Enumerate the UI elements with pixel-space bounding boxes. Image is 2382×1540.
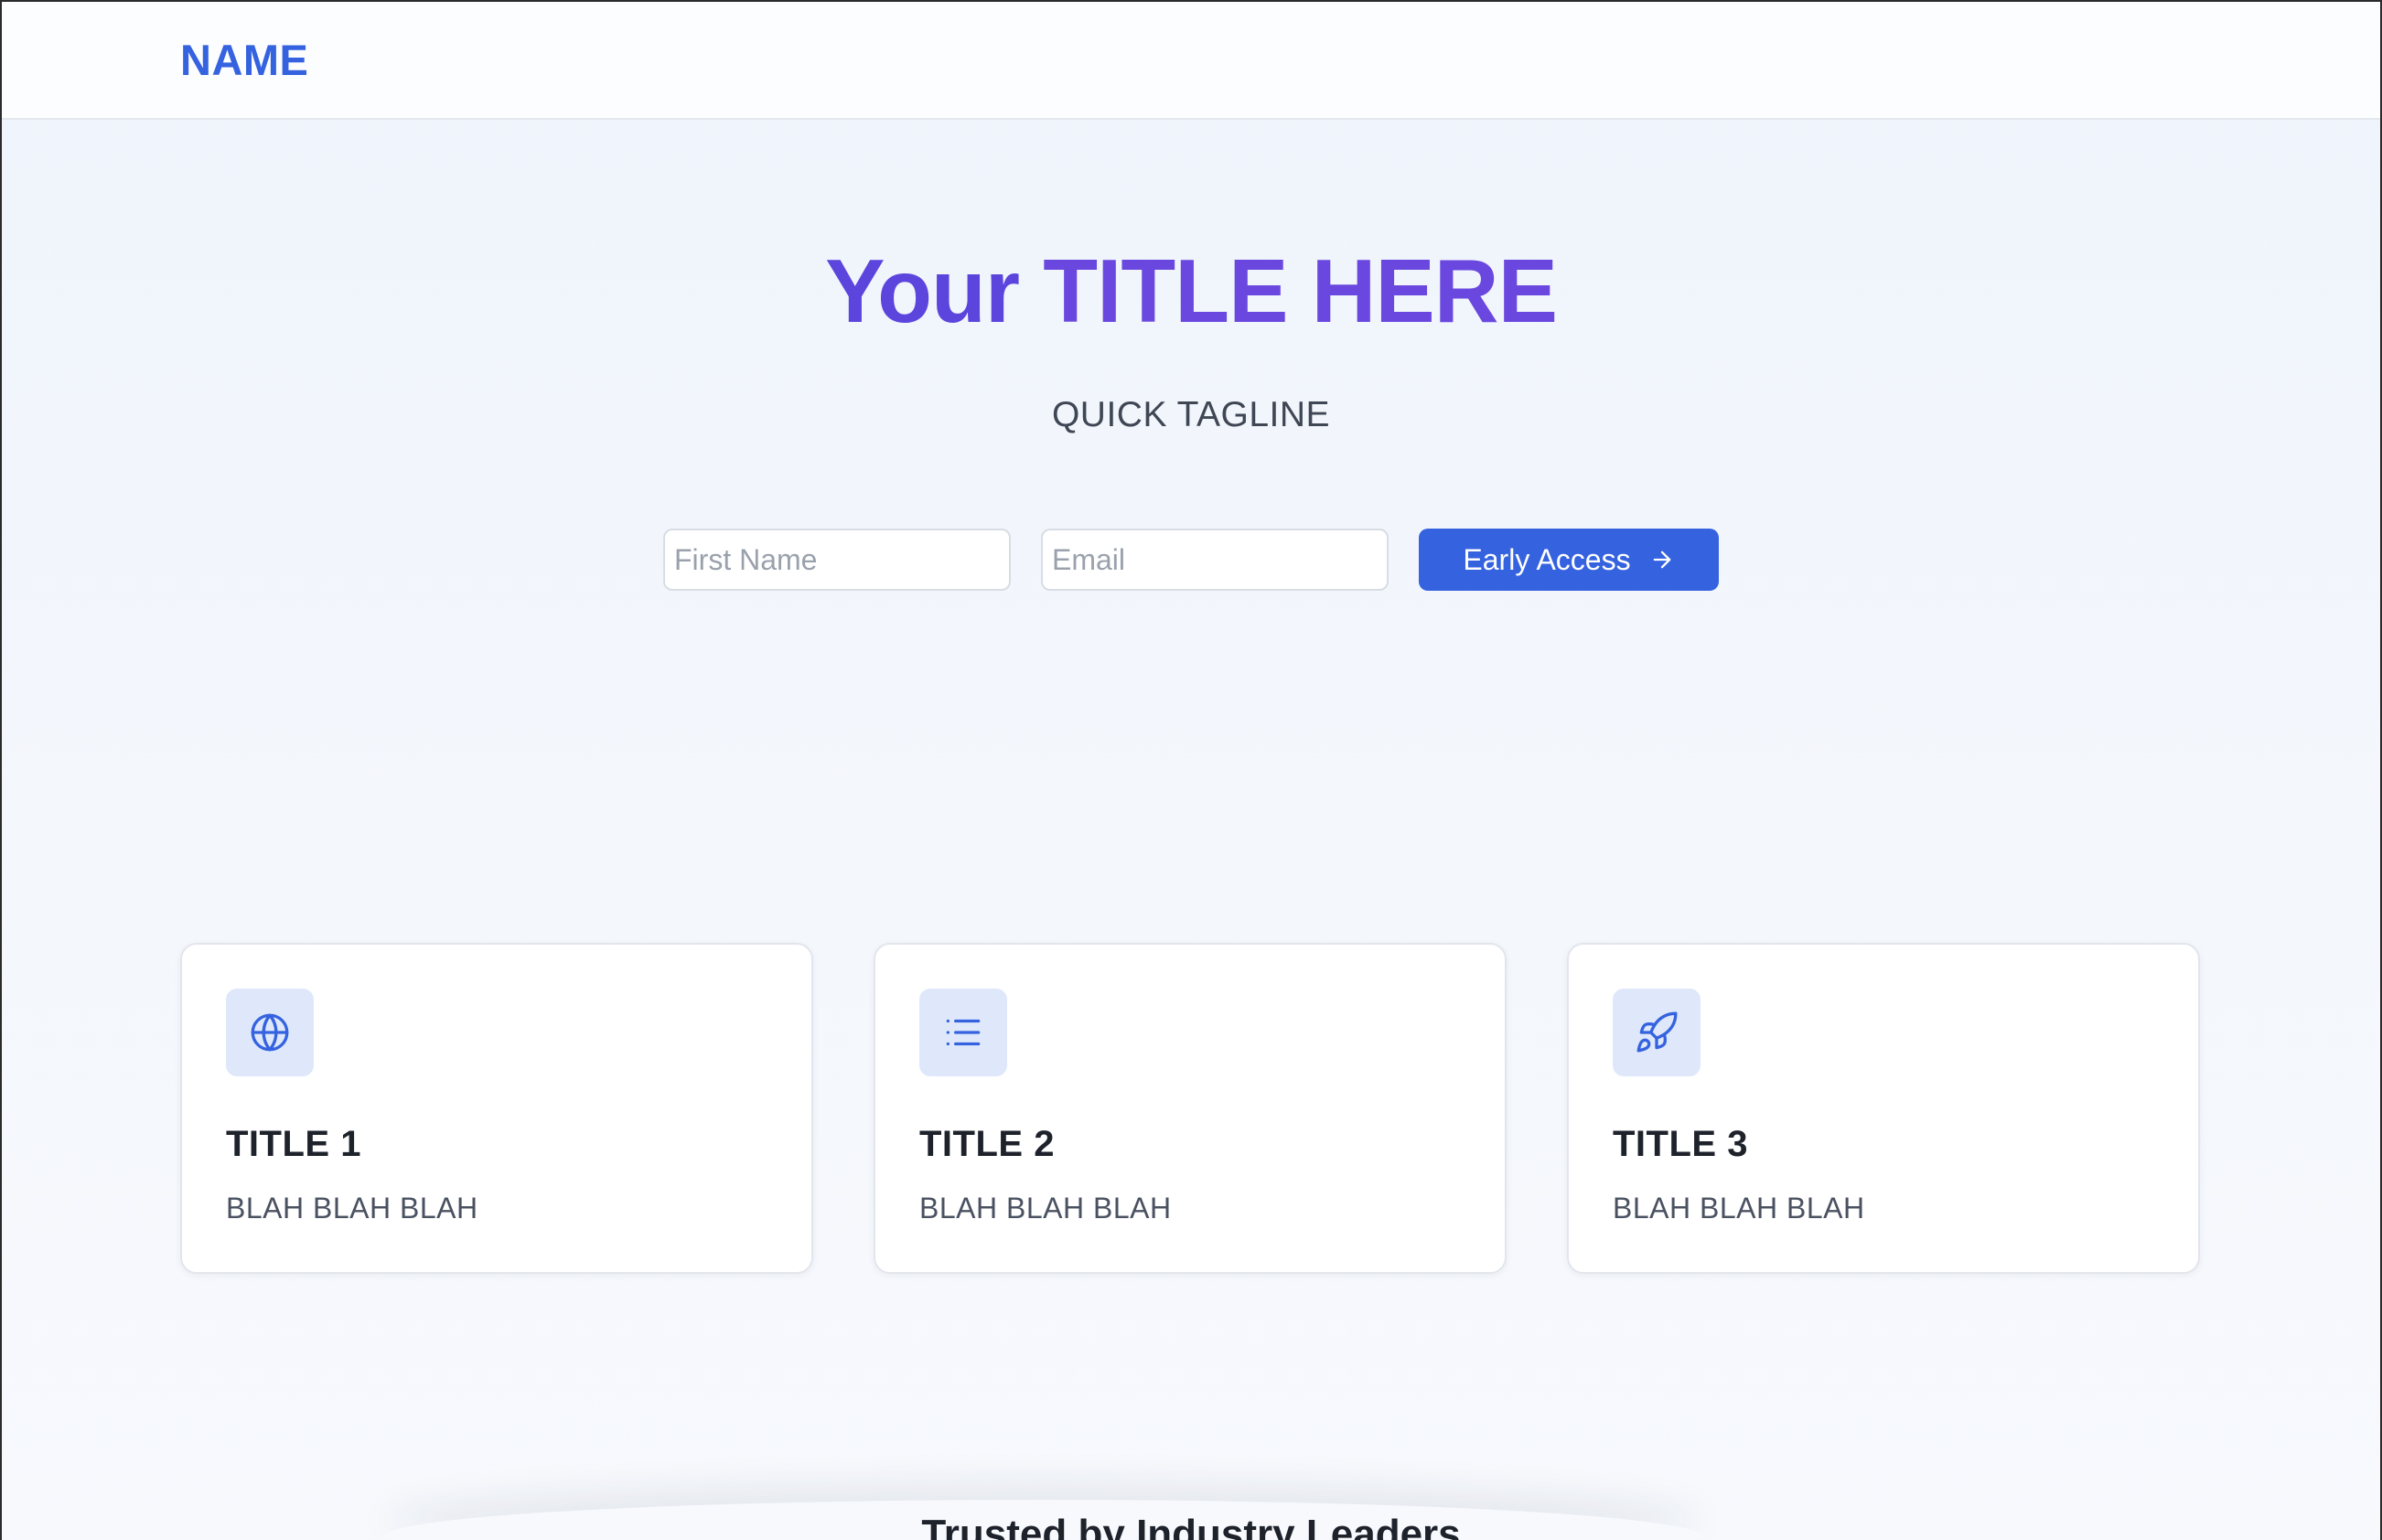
feature-card: TITLE 1 BLAH BLAH BLAH xyxy=(180,943,813,1274)
hero-tagline: QUICK TAGLINE xyxy=(1051,395,1331,434)
hero-title: Your TITLE HERE xyxy=(0,240,2382,343)
hero-title-prefix: Your xyxy=(825,241,1044,341)
card-title: TITLE 2 xyxy=(919,1124,1055,1164)
card-title: TITLE 3 xyxy=(1613,1124,1748,1164)
globe-icon xyxy=(251,1013,289,1052)
card-icon-container xyxy=(919,989,1007,1076)
feature-card: TITLE 2 BLAH BLAH BLAH xyxy=(874,943,1507,1274)
card-description: BLAH BLAH BLAH xyxy=(1613,1192,1865,1225)
card-icon-container xyxy=(1613,989,1701,1076)
early-access-form: Early Access xyxy=(663,529,1719,591)
site-header: NAME xyxy=(0,0,2382,120)
brand-logo[interactable]: NAME xyxy=(180,35,308,85)
rocket-icon xyxy=(1636,1011,1678,1053)
trusted-heading: Trusted by Industry Leaders xyxy=(921,1512,1461,1540)
first-name-input[interactable] xyxy=(663,529,1011,591)
window-frame xyxy=(0,0,2382,1540)
early-access-button[interactable]: Early Access xyxy=(1419,529,1719,591)
card-description: BLAH BLAH BLAH xyxy=(919,1192,1172,1225)
list-icon xyxy=(946,1019,981,1046)
card-title: TITLE 1 xyxy=(226,1124,361,1164)
feature-card: TITLE 3 BLAH BLAH BLAH xyxy=(1567,943,2200,1274)
feature-cards: TITLE 1 BLAH BLAH BLAH TITLE 2 BLAH BLAH… xyxy=(180,943,2200,1274)
email-input[interactable] xyxy=(1041,529,1389,591)
arrow-right-icon xyxy=(1653,551,1670,569)
early-access-button-label: Early Access xyxy=(1463,542,1631,576)
hero-title-highlight: TITLE HERE xyxy=(1043,241,1558,341)
card-icon-container xyxy=(226,989,314,1076)
card-description: BLAH BLAH BLAH xyxy=(226,1192,478,1225)
